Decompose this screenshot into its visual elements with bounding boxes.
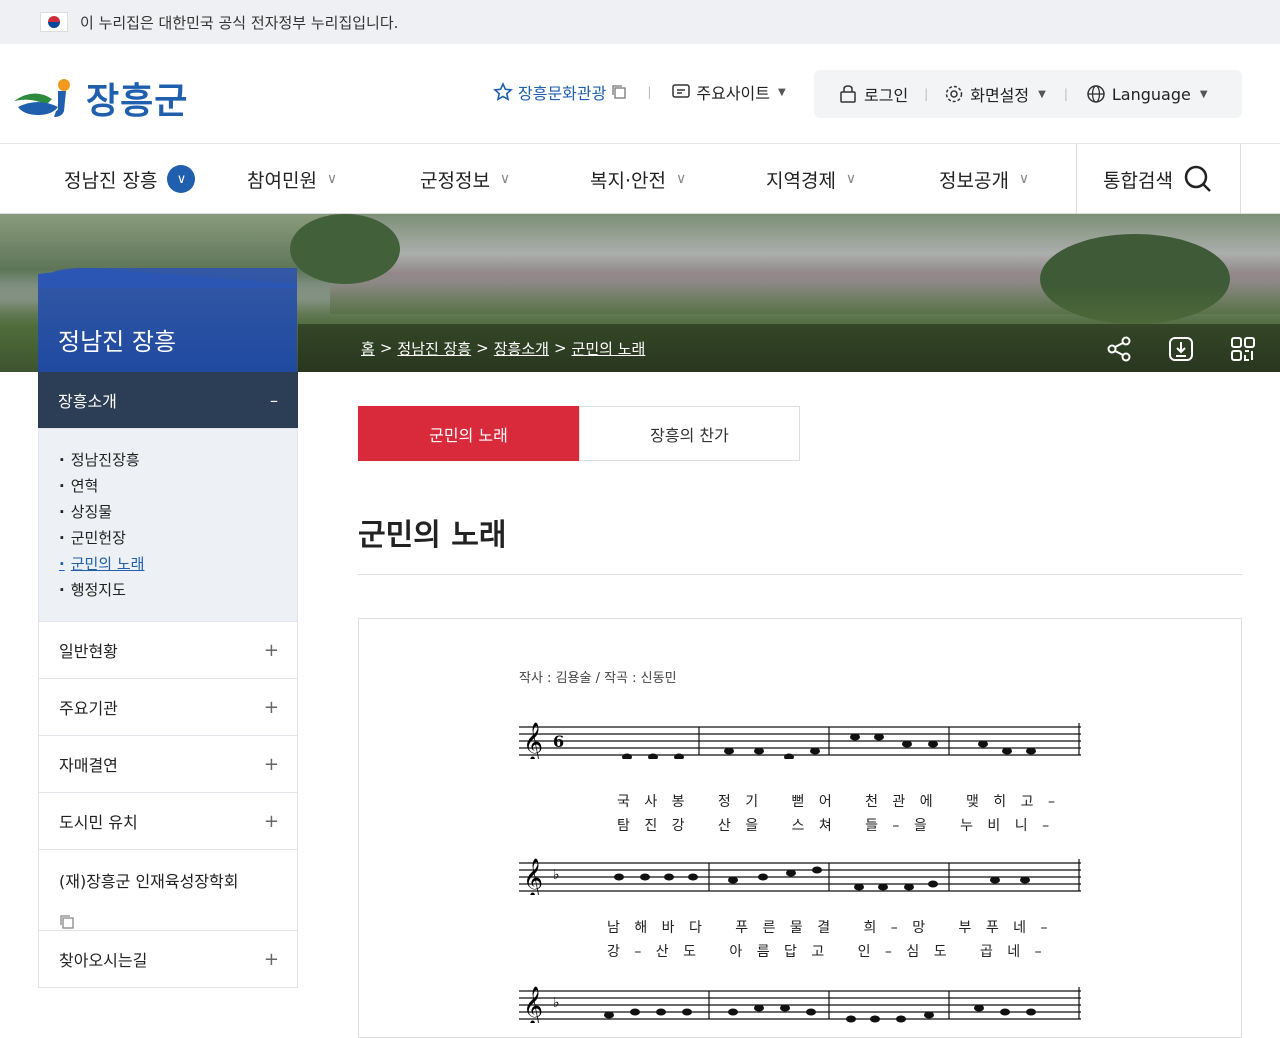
language-dropdown[interactable]: Language ▼ <box>1086 84 1208 104</box>
jangheung-logo-icon <box>14 79 70 117</box>
gnb-item-welfare[interactable]: 복지·안전 ∨ <box>590 144 686 214</box>
breadcrumb-home[interactable]: 홈 <box>361 338 375 359</box>
download-icon[interactable] <box>1168 336 1194 362</box>
score-credits: 작사 : 김용술 / 작곡 : 신동민 <box>519 671 677 686</box>
svg-text:𝄞: 𝄞 <box>523 858 543 895</box>
display-settings-dropdown[interactable]: 화면설정 ▼ <box>944 82 1046 106</box>
gnb-item-disclosure[interactable]: 정보공개 ∨ <box>939 144 1029 214</box>
svg-text:𝄞: 𝄞 <box>523 986 543 1023</box>
chevron-down-icon: ∨ <box>499 171 511 187</box>
gnb-item-economy[interactable]: 지역경제 ∨ <box>766 144 856 214</box>
util-links: 장흥문화관광 | 주요사이트 ▼ <box>493 80 786 104</box>
side-menu-directions[interactable]: 찾아오시는길 + <box>38 931 298 988</box>
chat-icon <box>672 84 691 98</box>
content-tabs: 군민의 노래 장흥의 찬가 <box>358 406 800 461</box>
gnb-item-administration[interactable]: 군정정보 ∨ <box>420 144 510 214</box>
korea-flag-icon <box>40 12 68 32</box>
side-submenu: 정남진장흥 연혁 상징물 군민헌장 군민의 노래 행정지도 <box>38 428 298 622</box>
lyric-line: 남 해 바 다 푸 른 물 결 희 – 망 부 푸 네 – <box>607 920 1053 936</box>
submenu-item[interactable]: 상징물 <box>59 499 277 525</box>
side-title: 정남진 장흥 <box>38 268 297 372</box>
plus-icon: + <box>263 696 279 718</box>
caret-down-icon: ▼ <box>1199 88 1208 100</box>
banner-tree-image <box>290 214 400 284</box>
gnb-item-participation[interactable]: 참여민원 ∨ <box>247 144 337 214</box>
submenu-item[interactable]: 행정지도 <box>59 577 277 603</box>
chevron-down-icon: ∨ <box>1018 171 1030 187</box>
integrated-search-button[interactable]: 통합검색 <box>1076 144 1241 214</box>
svg-text:♭: ♭ <box>553 995 560 1011</box>
music-staff-line-2: 𝄞 ♭ <box>519 858 1081 895</box>
plus-icon: + <box>263 810 279 832</box>
svg-text:6: 6 <box>553 732 564 751</box>
page-title: 군민의 노래 <box>358 518 507 553</box>
svg-text:𝄞: 𝄞 <box>523 722 543 759</box>
submenu-item[interactable]: 정남진장흥 <box>59 447 277 473</box>
search-icon <box>1184 165 1211 192</box>
gear-icon <box>945 85 963 103</box>
new-window-icon <box>612 85 626 99</box>
breadcrumb-jeongnamjin[interactable]: 정남진 장흥 <box>397 338 471 359</box>
site-header: 장흥군 장흥문화관광 | 주요사이트 ▼ 로그인 | 화면설정 ▼ | Lang… <box>0 44 1280 144</box>
globe-icon <box>1087 85 1105 103</box>
plus-icon: + <box>263 639 279 661</box>
sidebar: 장흥소개 – 정남진장흥 연혁 상징물 군민헌장 군민의 노래 행정지도 일반현… <box>38 372 298 988</box>
share-icon[interactable] <box>1106 336 1132 362</box>
main-navigation: 정남진 장흥 ∨ 참여민원 ∨ 군정정보 ∨ 복지·안전 ∨ 지역경제 ∨ 정보공개 ∨ … <box>0 144 1280 214</box>
side-menu-scholarship[interactable]: (재)장흥군 인재육성장학회 <box>38 850 298 931</box>
music-staff-line-1: 𝄞 6 <box>519 722 1081 759</box>
plus-icon: + <box>263 753 279 775</box>
caret-down-icon: ▼ <box>777 86 786 98</box>
side-menu-institutions[interactable]: 주요기관 + <box>38 679 298 736</box>
tab-jangheung-anthem[interactable]: 장흥의 찬가 <box>579 406 800 461</box>
star-icon <box>493 82 513 101</box>
chevron-down-icon: ∨ <box>326 171 338 187</box>
new-window-icon <box>60 915 74 929</box>
divider: | <box>924 87 929 101</box>
login-link[interactable]: 로그인 <box>838 82 908 106</box>
qr-code-icon[interactable] <box>1230 336 1256 362</box>
music-staff-line-3: 𝄞 ♭ <box>519 986 1081 1023</box>
gov-notice-text: 이 누리집은 대한민국 공식 전자정부 누리집입니다. <box>80 13 399 32</box>
logo-name: 장흥군 <box>86 81 189 122</box>
music-score-panel: 작사 : 김용술 / 작곡 : 신동민 𝄞 6 국 사 봉 정 기 뻗 어 천 … <box>358 618 1242 1038</box>
divider: | <box>647 85 652 99</box>
lyric-line: 탐 진 강 산 을 스 쳐 들 – 을 누 비 니 – <box>617 818 1055 834</box>
side-menu-status[interactable]: 일반현황 + <box>38 622 298 679</box>
svg-text:♭: ♭ <box>553 867 560 883</box>
chevron-down-icon: ∨ <box>845 171 857 187</box>
submenu-item[interactable]: 군민헌장 <box>59 525 277 551</box>
page-tools <box>1106 336 1256 362</box>
submenu-item[interactable]: 연혁 <box>59 473 277 499</box>
lock-icon <box>840 85 856 103</box>
main-sites-dropdown[interactable]: 주요사이트 ▼ <box>671 80 786 104</box>
gov-notice-bar: 이 누리집은 대한민국 공식 전자정부 누리집입니다. <box>0 0 1280 44</box>
submenu-item-active[interactable]: 군민의 노래 <box>59 551 277 577</box>
side-menu-urban-attraction[interactable]: 도시민 유치 + <box>38 793 298 850</box>
lyric-line: 국 사 봉 정 기 뻗 어 천 관 에 맺 히 고 – <box>617 794 1060 810</box>
plus-icon: + <box>263 948 279 970</box>
side-menu-sister-cities[interactable]: 자매결연 + <box>38 736 298 793</box>
minus-icon: – <box>270 390 278 410</box>
breadcrumb-current[interactable]: 군민의 노래 <box>572 338 646 359</box>
site-logo[interactable]: 장흥군 <box>12 72 188 124</box>
divider <box>358 574 1242 575</box>
util-box: 로그인 | 화면설정 ▼ | Language ▼ <box>814 70 1242 118</box>
side-head-intro[interactable]: 장흥소개 – <box>38 372 298 428</box>
caret-down-icon: ▼ <box>1038 88 1046 100</box>
culture-tour-link[interactable]: 장흥문화관광 <box>493 80 627 104</box>
chevron-down-icon: ∨ <box>675 171 687 187</box>
tab-county-song[interactable]: 군민의 노래 <box>358 406 579 461</box>
lyric-line: 강 – 산 도 아 름 답 고 인 – 심 도 곱 네 – <box>607 944 1047 960</box>
divider: | <box>1063 87 1068 101</box>
breadcrumb-intro[interactable]: 장흥소개 <box>494 338 549 359</box>
chevron-down-icon: ∨ <box>167 165 196 193</box>
gnb-item-jeongnamjin[interactable]: 정남진 장흥 ∨ <box>64 144 196 214</box>
